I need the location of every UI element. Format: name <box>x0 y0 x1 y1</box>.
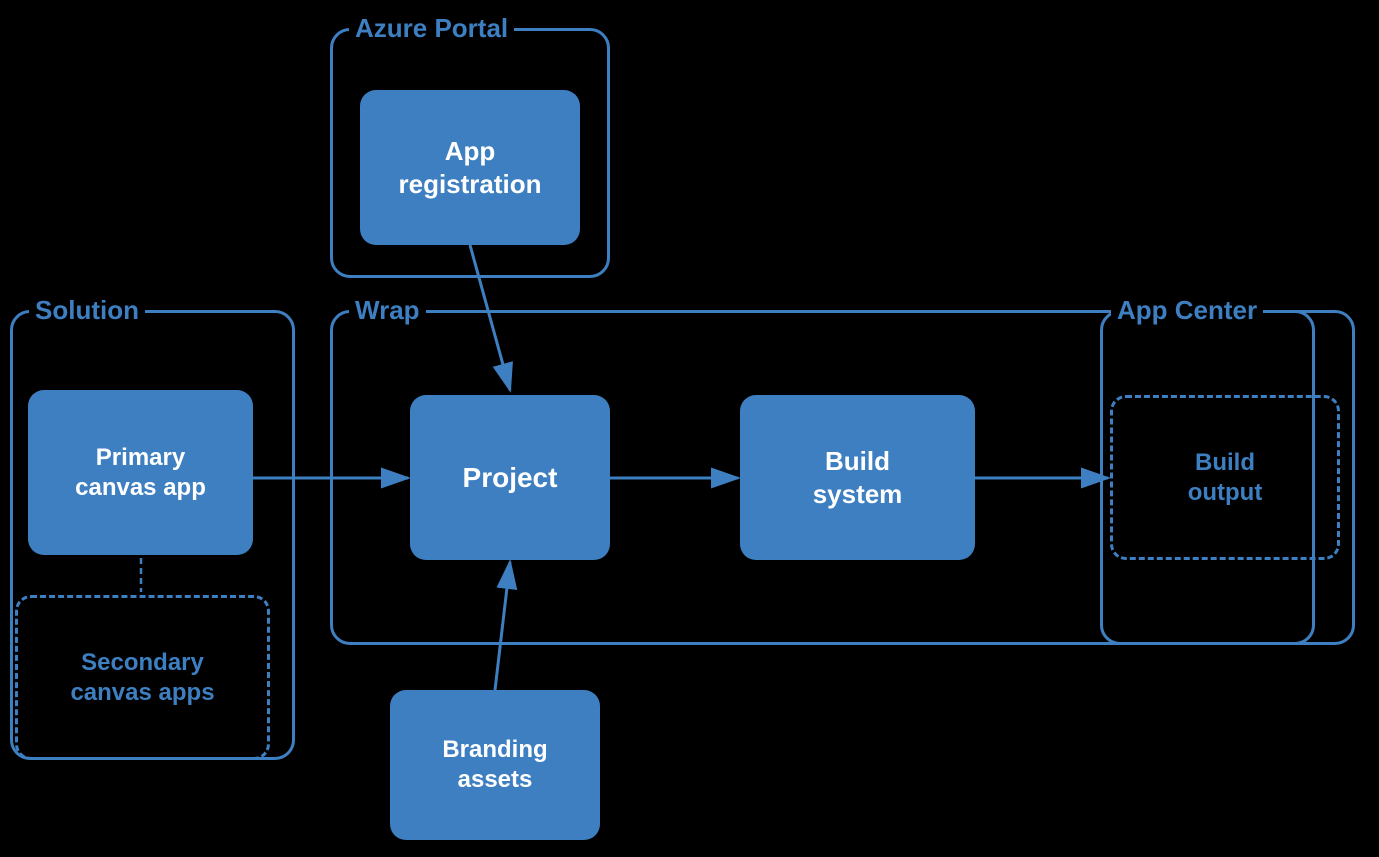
wrap-label: Wrap <box>349 295 426 326</box>
secondary-canvas-apps-label: Secondarycanvas apps <box>70 648 214 708</box>
app-center-label: App Center <box>1111 295 1263 326</box>
branding-assets-box: Brandingassets <box>390 690 600 840</box>
diagram-container: Azure Portal Appregistration Solution Pr… <box>0 0 1379 857</box>
project-label: Project <box>463 460 558 495</box>
app-registration-box: Appregistration <box>360 90 580 245</box>
solution-label: Solution <box>29 295 145 326</box>
secondary-canvas-apps-box: Secondarycanvas apps <box>15 595 270 760</box>
primary-canvas-app-label: Primarycanvas app <box>75 443 206 503</box>
azure-portal-label: Azure Portal <box>349 13 514 44</box>
app-registration-label: Appregistration <box>398 135 541 200</box>
project-box: Project <box>410 395 610 560</box>
build-output-label: Buildoutput <box>1188 448 1263 508</box>
build-system-box: Buildsystem <box>740 395 975 560</box>
branding-assets-label: Brandingassets <box>442 735 547 795</box>
build-system-label: Buildsystem <box>813 445 903 510</box>
primary-canvas-app-box: Primarycanvas app <box>28 390 253 555</box>
build-output-box: Buildoutput <box>1110 395 1340 560</box>
